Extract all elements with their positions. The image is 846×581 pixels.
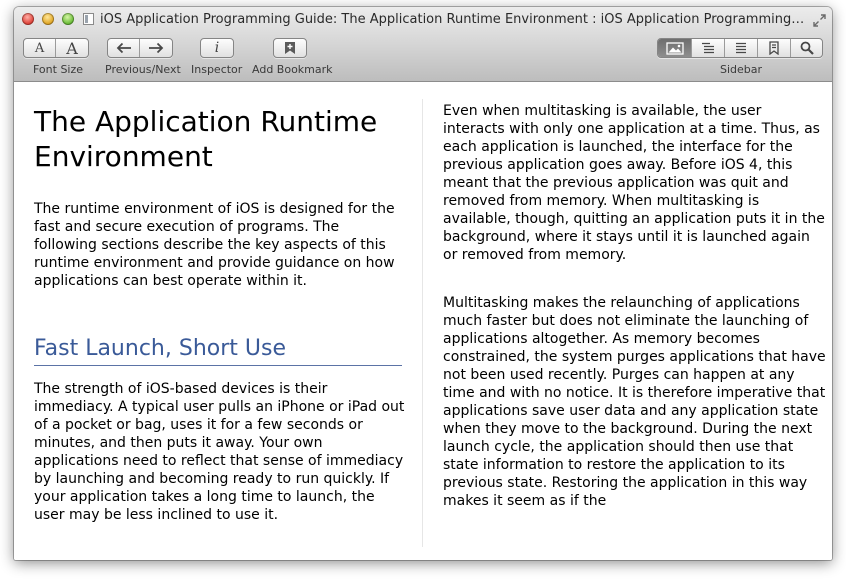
arrow-left-icon bbox=[116, 42, 131, 54]
arrow-right-icon bbox=[149, 42, 164, 54]
sidebar-bookmarks-button[interactable] bbox=[758, 39, 791, 57]
font-size-control: A A bbox=[23, 38, 89, 58]
page-title: The Application Runtime Environment bbox=[34, 105, 378, 173]
add-bookmark-label: Add Bookmark bbox=[252, 63, 333, 76]
outline-list-icon bbox=[702, 42, 714, 54]
title-bar: iOS Application Programming Guide: The A… bbox=[14, 7, 832, 31]
font-smaller-glyph: A bbox=[34, 40, 45, 56]
sidebar-control bbox=[657, 38, 823, 58]
font-larger-button[interactable]: A bbox=[56, 39, 88, 57]
previous-button[interactable] bbox=[108, 39, 141, 57]
sidebar-toc-button[interactable] bbox=[692, 39, 725, 57]
previous-next-label: Previous/Next bbox=[105, 63, 181, 76]
sidebar-thumbnails-button[interactable] bbox=[658, 39, 692, 57]
document-content: The Application Runtime Environment The … bbox=[14, 82, 832, 560]
intro-paragraph: The runtime environment of iOS is design… bbox=[34, 201, 395, 289]
section-heading: Fast Launch, Short Use bbox=[34, 336, 402, 366]
sidebar-label: Sidebar bbox=[720, 63, 763, 76]
list-icon bbox=[736, 42, 746, 54]
font-size-label: Font Size bbox=[33, 63, 84, 76]
inspector-label: Inspector bbox=[191, 63, 243, 76]
next-button[interactable] bbox=[140, 39, 172, 57]
font-larger-glyph: A bbox=[66, 38, 78, 58]
section-paragraph: The strength of iOS-based devices is the… bbox=[34, 381, 405, 523]
sidebar-search-button[interactable] bbox=[791, 39, 822, 57]
multitasking-paragraph: Even when multitasking is available, the… bbox=[443, 103, 825, 263]
sidebar-notes-button[interactable] bbox=[725, 39, 758, 57]
relaunch-paragraph: Multitasking makes the relaunching of ap… bbox=[443, 295, 826, 509]
bookmark-plus-icon bbox=[285, 42, 295, 54]
image-thumbnails-icon bbox=[665, 41, 684, 55]
zoom-window-button[interactable] bbox=[62, 13, 74, 25]
column-divider bbox=[422, 99, 423, 547]
close-window-button[interactable] bbox=[22, 13, 34, 25]
inspector-control: i bbox=[200, 38, 234, 58]
add-bookmark-control bbox=[273, 38, 307, 58]
previous-next-control bbox=[107, 38, 173, 58]
inspector-button[interactable]: i bbox=[201, 39, 233, 57]
app-window: iOS Application Programming Guide: The A… bbox=[14, 7, 832, 560]
fullscreen-icon[interactable] bbox=[813, 12, 826, 27]
search-icon bbox=[800, 41, 814, 55]
minimize-window-button[interactable] bbox=[42, 13, 54, 25]
document-icon bbox=[83, 13, 94, 25]
add-bookmark-button[interactable] bbox=[274, 39, 306, 57]
font-smaller-button[interactable]: A bbox=[24, 39, 57, 57]
toolbar: iOS Application Programming Guide: The A… bbox=[14, 7, 832, 82]
window-title: iOS Application Programming Guide: The A… bbox=[100, 12, 806, 27]
bookmarks-icon bbox=[769, 41, 779, 55]
info-icon: i bbox=[214, 40, 220, 56]
